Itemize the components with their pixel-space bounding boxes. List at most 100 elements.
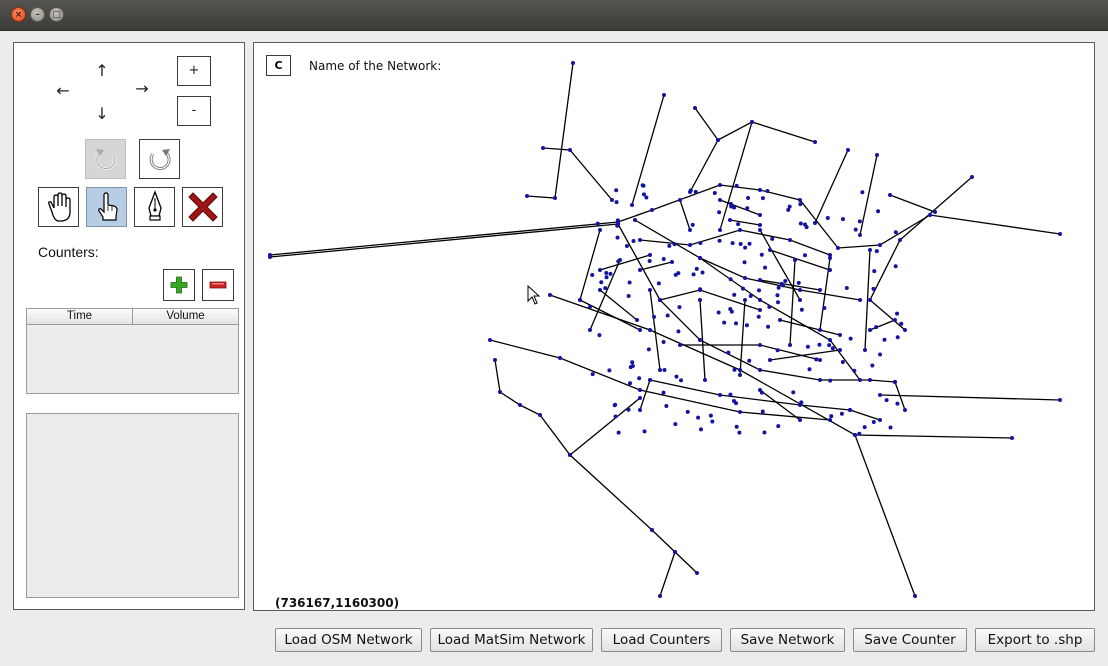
network-node[interactable] [775,293,780,298]
network-node[interactable] [828,378,833,383]
network-node[interactable] [776,424,781,429]
network-node[interactable] [590,372,595,377]
network-node[interactable] [760,196,765,201]
network-node[interactable] [858,298,862,302]
network-node[interactable] [635,318,639,322]
network-node[interactable] [802,253,807,258]
network-node[interactable] [770,236,775,241]
network-node[interactable] [839,411,844,416]
network-node[interactable] [734,424,739,429]
network-node[interactable] [696,415,701,420]
select-tool-button[interactable] [86,187,127,227]
network-node[interactable] [1010,436,1014,440]
zoom-in-button[interactable]: + [177,56,211,86]
network-node[interactable] [758,308,762,312]
network-node[interactable] [590,272,595,277]
network-node[interactable] [756,314,761,319]
network-node[interactable] [758,213,762,217]
network-node[interactable] [604,270,609,275]
network-node[interactable] [672,242,677,247]
network-node[interactable] [798,221,803,226]
network-node[interactable] [768,248,772,252]
network-node[interactable] [588,328,592,332]
network-node[interactable] [698,427,703,432]
network-node[interactable] [759,390,764,395]
network-node[interactable] [898,238,902,242]
network-node[interactable] [858,378,862,382]
network-node[interactable] [598,268,602,272]
network-node[interactable] [726,350,731,355]
network-node[interactable] [661,257,666,262]
network-node[interactable] [857,431,862,436]
network-node[interactable] [650,528,654,532]
network-node[interactable] [874,249,879,254]
network-node[interactable] [786,207,791,212]
network-node[interactable] [878,243,882,247]
network-node[interactable] [650,208,654,212]
network-node[interactable] [871,419,876,424]
network-node[interactable] [779,281,784,286]
network-node[interactable] [630,363,635,368]
network-node[interactable] [746,196,751,201]
network-node[interactable] [553,196,557,200]
network-node[interactable] [791,390,796,395]
network-node[interactable] [698,338,702,342]
network-node[interactable] [853,433,857,437]
network-node[interactable] [732,367,737,372]
network-node[interactable] [899,321,904,326]
network-node[interactable] [630,360,635,365]
network-node[interactable] [568,453,572,457]
network-node[interactable] [688,188,693,193]
network-node[interactable] [538,413,542,417]
network-node[interactable] [817,342,822,347]
network-node[interactable] [793,258,797,262]
network-node[interactable] [598,288,602,292]
window-maximize-button[interactable]: □ [49,7,64,22]
network-node[interactable] [878,352,883,357]
network-node[interactable] [747,241,752,246]
delete-tool-button[interactable] [182,187,223,227]
network-node[interactable] [758,188,762,192]
network-node[interactable] [740,286,745,291]
network-canvas[interactable] [254,43,1095,611]
network-node[interactable] [970,175,974,179]
network-node[interactable] [798,288,802,292]
network-node[interactable] [874,325,879,330]
network-node[interactable] [615,223,620,228]
network-node[interactable] [718,183,722,187]
network-node[interactable] [695,571,699,575]
network-node[interactable] [638,268,642,272]
network-node[interactable] [637,376,642,381]
network-node[interactable] [814,357,819,362]
network-node[interactable] [860,190,865,195]
network-node[interactable] [268,255,272,259]
network-node[interactable] [703,378,707,382]
network-node[interactable] [868,378,872,382]
network-node[interactable] [750,120,754,124]
network-node[interactable] [718,393,722,397]
network-node[interactable] [813,140,817,144]
network-node[interactable] [737,430,742,435]
network-node[interactable] [828,418,832,422]
network-node[interactable] [646,347,651,352]
network-node[interactable] [888,425,893,430]
network-node[interactable] [743,276,747,280]
undo-button[interactable] [85,139,126,179]
window-close-button[interactable]: × [11,7,26,22]
add-counter-button[interactable] [163,269,195,301]
network-node[interactable] [488,338,492,342]
network-node[interactable] [578,298,582,302]
load-matsim-network-button[interactable]: Load MatSim Network [430,628,593,652]
network-node[interactable] [698,287,703,292]
network-node[interactable] [728,218,732,222]
network-node[interactable] [745,206,750,211]
network-node[interactable] [693,189,698,194]
network-node[interactable] [799,307,804,312]
network-node[interactable] [738,373,742,377]
network-node[interactable] [638,396,642,400]
c-button[interactable]: C [266,55,291,76]
network-node[interactable] [765,189,770,194]
network-node[interactable] [662,367,667,372]
network-node[interactable] [818,358,822,362]
network-node[interactable] [641,183,646,188]
